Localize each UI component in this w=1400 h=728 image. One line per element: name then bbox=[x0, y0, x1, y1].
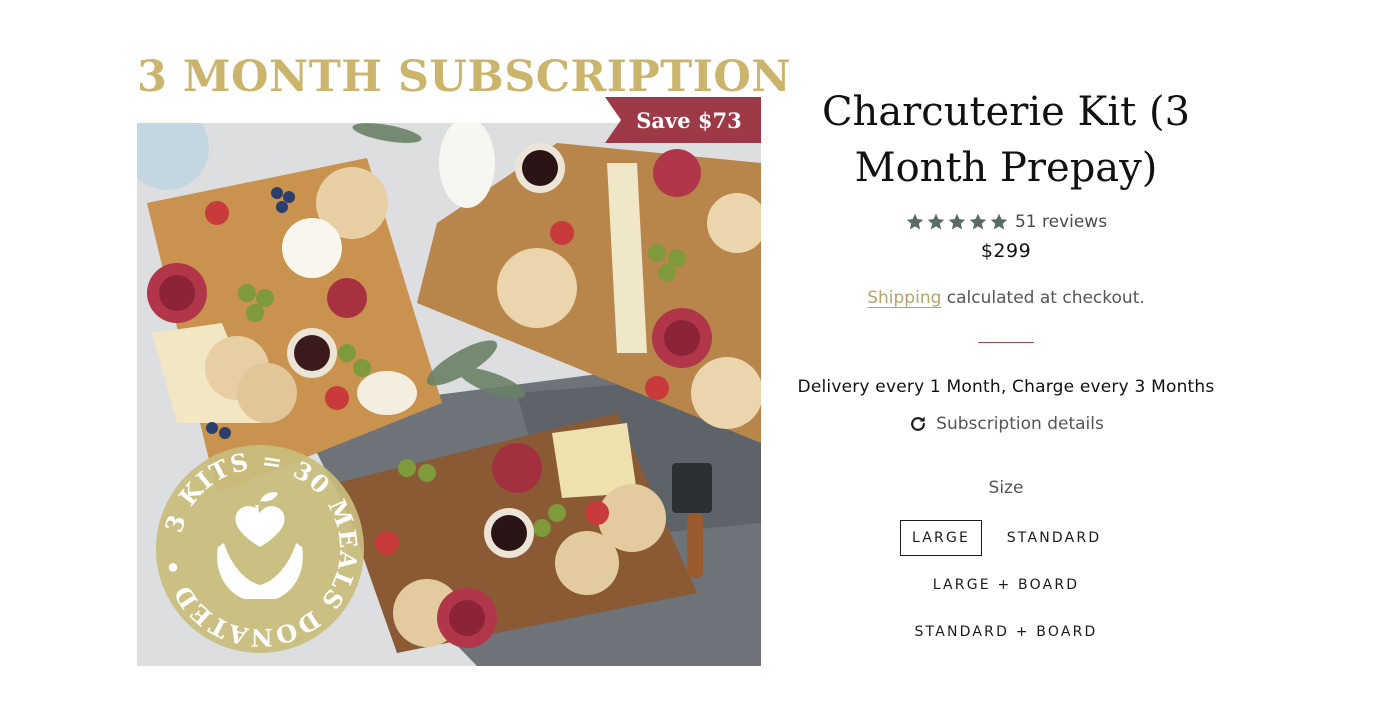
size-option-standard-board[interactable]: STANDARD + BOARD bbox=[906, 614, 1106, 650]
delivery-frequency: Delivery every 1 Month, Charge every 3 M… bbox=[797, 377, 1215, 397]
star-icon bbox=[927, 213, 945, 230]
star-icon bbox=[906, 213, 924, 230]
product-price: $299 bbox=[980, 240, 1032, 262]
donation-badge: 3 KITS = 30 MEALS DONATED • bbox=[156, 445, 364, 653]
shipping-link[interactable]: Shipping bbox=[867, 288, 941, 308]
star-rating bbox=[905, 212, 1009, 232]
subscription-details-link[interactable]: Subscription details bbox=[806, 414, 1206, 434]
size-option-large[interactable]: LARGE bbox=[900, 520, 982, 556]
product-title: Charcuterie Kit (3 Month Prepay) bbox=[821, 89, 1191, 191]
size-option-large-board[interactable]: LARGE + BOARD bbox=[921, 567, 1091, 603]
subscription-details-label: Subscription details bbox=[936, 414, 1104, 434]
promo-heading: 3 MONTH SUBSCRIPTION bbox=[137, 52, 792, 102]
rating[interactable]: 51 reviews bbox=[806, 212, 1206, 232]
shipping-note: Shipping calculated at checkout. bbox=[806, 288, 1206, 308]
divider bbox=[978, 342, 1034, 343]
star-icon bbox=[990, 213, 1008, 230]
star-icon bbox=[969, 213, 987, 230]
refresh-icon bbox=[911, 416, 926, 431]
shipping-note-text: calculated at checkout. bbox=[941, 288, 1145, 308]
size-label: Size bbox=[988, 478, 1024, 498]
save-ribbon: Save $73 bbox=[605, 97, 761, 143]
product-image[interactable]: 3 KITS = 30 MEALS DONATED • bbox=[137, 123, 761, 666]
size-option-standard[interactable]: STANDARD bbox=[996, 520, 1112, 556]
star-icon bbox=[948, 213, 966, 230]
reviews-count[interactable]: 51 reviews bbox=[1015, 212, 1107, 232]
